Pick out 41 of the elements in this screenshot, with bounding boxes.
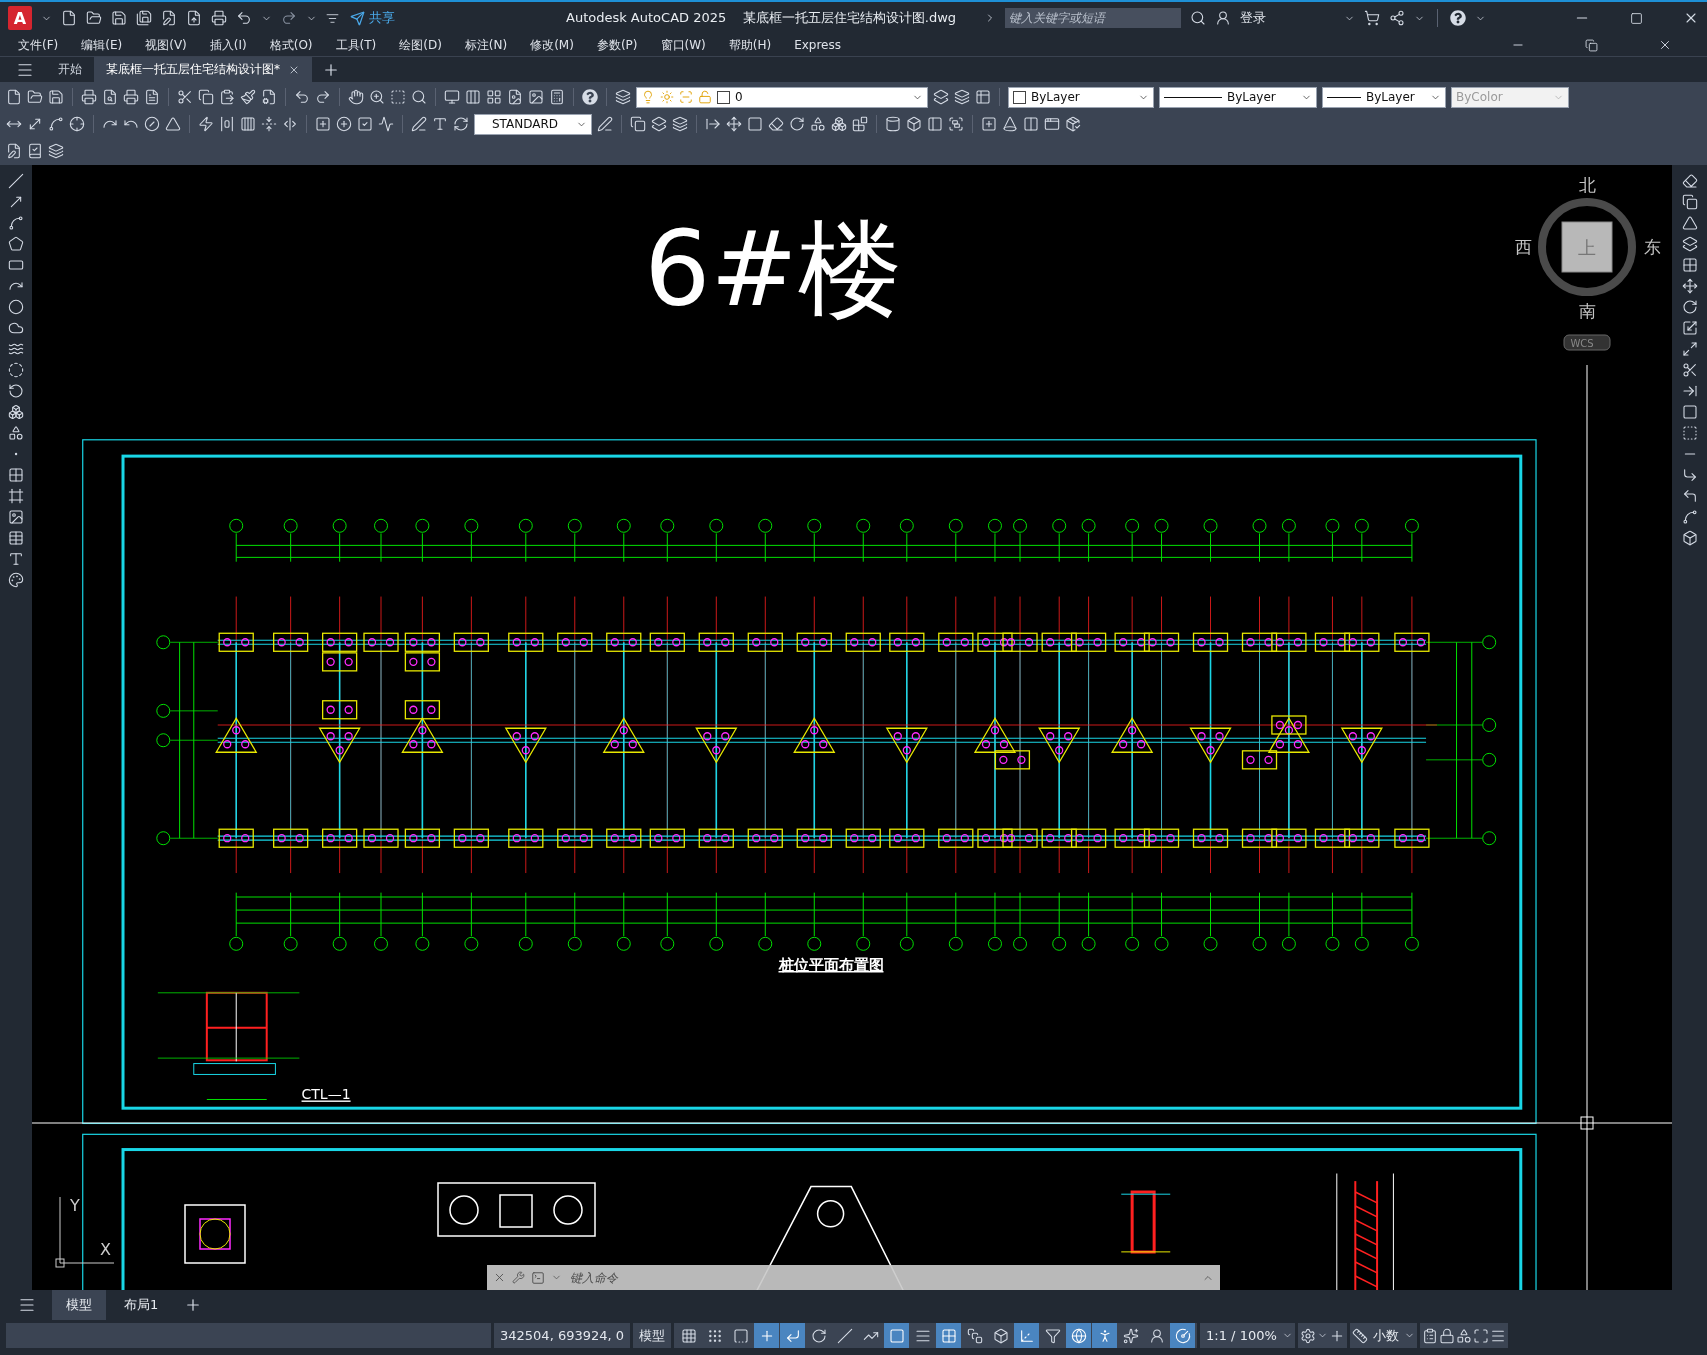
window-title: Autodesk AutoCAD 2025 某底框一托五层住宅结构设计图.dwg (566, 9, 957, 27)
drawing-canvas[interactable]: 6#楼 桩位平面布置图 CTL—1 北 西 上 东 南 WCS Y X 键入命令 (32, 165, 1672, 1290)
menu-item[interactable]: 窗口(W) (660, 36, 706, 54)
layer-dropdown[interactable]: 0 (636, 86, 928, 108)
menu-item[interactable]: 文件(F) (18, 36, 59, 54)
menu-item[interactable]: 帮助(H) (728, 36, 772, 54)
color-dropdown[interactable]: ByLayer (1008, 86, 1154, 108)
menu-item[interactable]: Express (794, 38, 841, 52)
menu-item[interactable]: 工具(T) (335, 36, 377, 54)
file-tab[interactable]: 开始 (46, 57, 94, 82)
menu-item[interactable]: 参数(P) (596, 36, 638, 54)
app-logo[interactable]: A (8, 6, 32, 30)
ucs-menu-button[interactable]: WCS (1563, 334, 1611, 351)
menu-item[interactable]: 视图(V) (145, 36, 187, 54)
linetype-dropdown[interactable]: ByLayer (1159, 86, 1317, 108)
section-label: CTL—1 (301, 1086, 351, 1103)
ucs-x-label: X (100, 1240, 111, 1259)
plan-title: 桩位平面布置图 (778, 956, 884, 974)
drawing-title: 6#楼 (644, 208, 902, 330)
menu-item[interactable]: 标注(N) (464, 36, 508, 54)
ucs-y-label: Y (70, 1196, 80, 1215)
compass-north-label[interactable]: 北 (1578, 175, 1596, 195)
coordinates-readout: 342504, 693924, 0 (494, 1323, 631, 1348)
model-space-button[interactable]: 模型 (633, 1323, 672, 1348)
menu-item[interactable]: 绘图(D) (399, 36, 442, 54)
share-button[interactable]: 共享 (348, 9, 397, 27)
lineweight-dropdown[interactable]: ByLayer (1322, 86, 1446, 108)
compass-west-label[interactable]: 西 (1514, 237, 1532, 257)
compass-east-label[interactable]: 东 (1643, 237, 1661, 257)
layout-tab[interactable]: 模型 (52, 1290, 106, 1320)
search-field[interactable]: 键入关键字或短语 (1005, 8, 1181, 28)
sign-in-link[interactable]: 登录 (1240, 9, 1266, 27)
text-style-dropdown[interactable]: STANDARD (474, 113, 592, 135)
menu-item[interactable]: 修改(M) (530, 36, 574, 54)
compass-south-label[interactable]: 南 (1578, 301, 1596, 321)
menu-item[interactable]: 插入(I) (209, 36, 247, 54)
file-tab[interactable]: 某底框一托五层住宅结构设计图* (94, 57, 312, 82)
command-input[interactable]: 键入命令 (568, 1268, 1196, 1287)
layout-tab[interactable]: 布局1 (110, 1290, 173, 1320)
menu-item[interactable]: 编辑(E) (81, 36, 123, 54)
menu-item[interactable]: 格式(O) (269, 36, 313, 54)
